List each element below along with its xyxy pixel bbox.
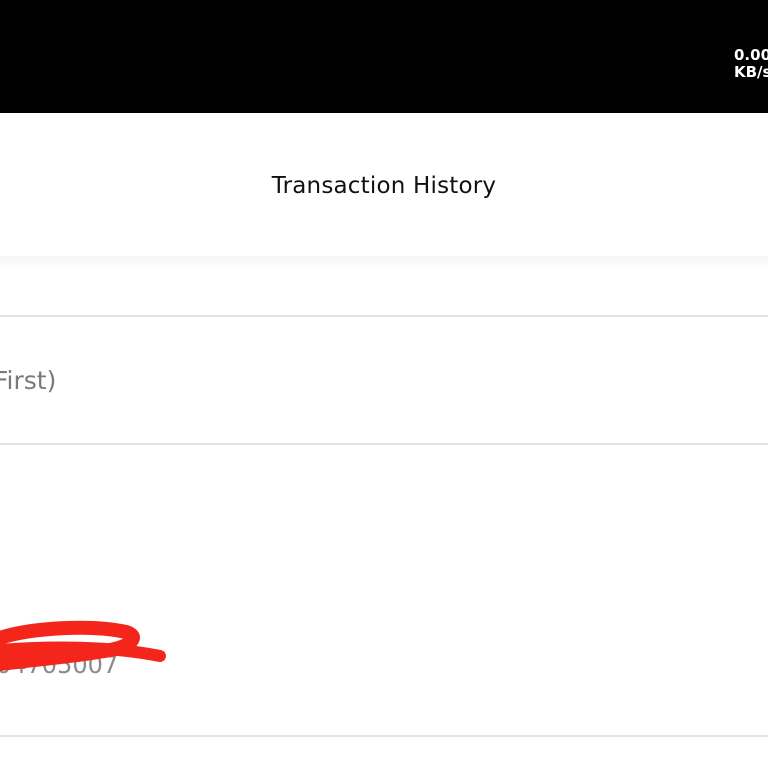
- divider: [0, 315, 768, 317]
- redaction-scribble: [0, 620, 166, 671]
- network-speed-unit: KB/s: [734, 63, 768, 81]
- divider: [0, 735, 768, 737]
- network-speed-indicator: 0.00 KB/s: [734, 47, 768, 81]
- status-bar: 0.00 KB/s: [0, 0, 768, 113]
- sort-order-selector[interactable]: First): [0, 318, 768, 443]
- header-shadow: [0, 256, 768, 270]
- transaction-history-screen: 0.00 KB/s Transaction History First) 047…: [0, 0, 768, 768]
- app-header: Transaction History: [0, 113, 768, 265]
- network-speed-value: 0.00: [734, 47, 768, 64]
- transaction-list-item[interactable]: 04705007: [0, 446, 768, 736]
- sort-order-label: First): [0, 366, 57, 395]
- page-title: Transaction History: [271, 173, 497, 199]
- divider: [0, 443, 768, 445]
